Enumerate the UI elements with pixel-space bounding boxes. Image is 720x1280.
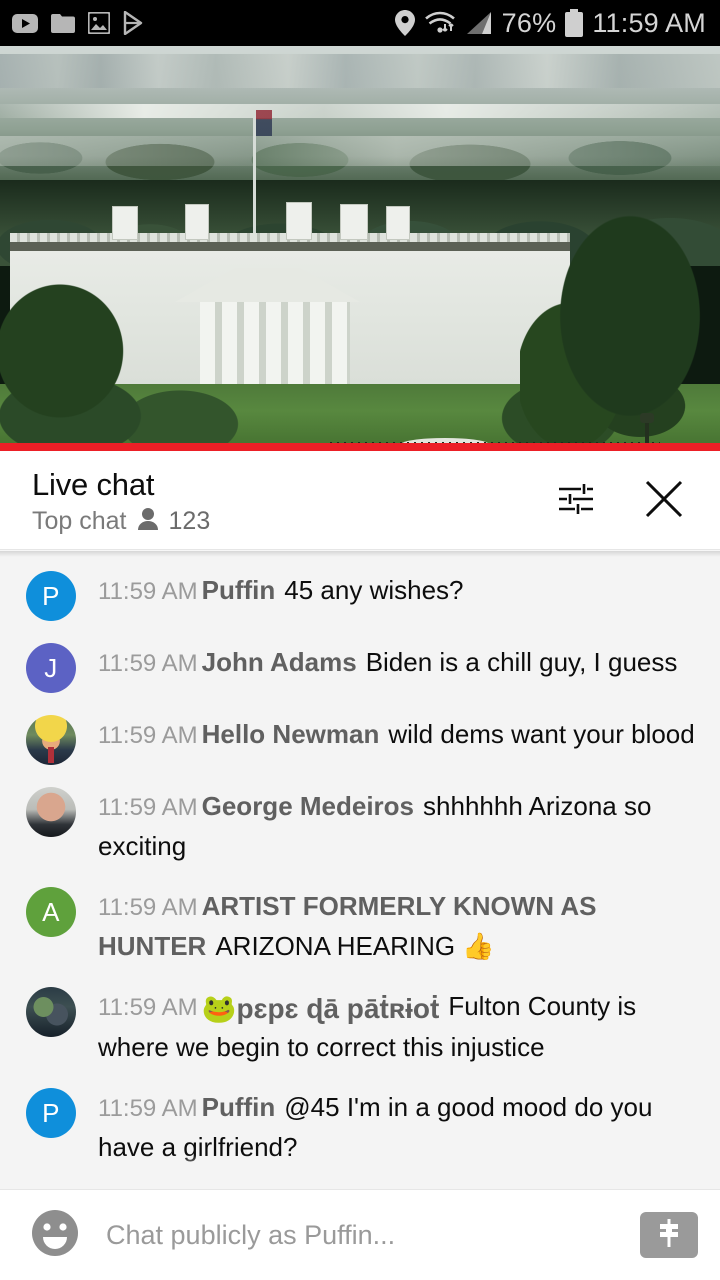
chat-message-body: 11:59 AM ARTIST FORMERLY KNOWN AS HUNTER A… [76,885,704,965]
avatar[interactable]: P [26,571,76,621]
message-author[interactable]: John Adams [198,647,357,677]
chat-message-line: 11:59 AM ARTIST FORMERLY KNOWN AS HUNTER A… [98,887,704,965]
message-author[interactable]: 🐸pɛpɛ ɖā pāṫʀɨoṫ [198,993,440,1024]
message-author[interactable]: Hello Newman [198,719,380,749]
video-right-tree [520,166,720,451]
message-timestamp: 11:59 AM [98,794,198,821]
emoji-picker-button[interactable] [26,1206,84,1264]
chat-message[interactable]: J 11:59 AM John Adams Biden is a chill guy… [0,631,720,703]
chat-settings-button[interactable] [554,479,598,523]
video-chimney [112,206,138,240]
chat-message[interactable]: 11:59 AM Hello Newman wild dems want your … [0,703,720,775]
avatar[interactable]: P [26,1088,76,1138]
message-text: Biden is a chill guy, I guess [365,647,678,677]
chat-message[interactable]: 11:59 AM 🐸pɛpɛ ɖā pāṫʀɨoṫ Fulton County is… [0,975,720,1076]
dollar-icon [652,1216,686,1255]
message-timestamp: 11:59 AM [98,894,198,921]
message-timestamp: 11:59 AM [98,722,198,749]
avatar[interactable]: J [26,643,76,693]
chat-message[interactable]: 45 11:59 AM45 LIESKEEP LYING TRUMP [0,1176,720,1189]
page-title: Live chat [32,467,155,502]
avatar-letter: P [42,580,60,611]
video-flag [256,110,272,136]
chat-message[interactable]: 11:59 AM George Medeiros shhhhhh Arizona s… [0,775,720,875]
battery-icon [565,9,584,37]
video-portico [175,268,360,302]
avatar-letter: A [42,896,60,927]
status-bar-system-icons: 76% 11:59 AM [394,7,706,39]
youtube-live-chat-screen: 76% 11:59 AM Live chat Top chat 123 P 11… [0,0,720,1280]
chat-message-body: 11:59 AM Puffin 45 any wishes? [76,569,704,611]
avatar-letter: J [44,652,58,683]
chat-message-body: 11:59 AM John Adams Biden is a chill guy, … [76,641,704,683]
chat-input[interactable] [84,1219,630,1251]
viewer-count: 123 [168,507,211,535]
photo-icon [88,12,110,34]
chat-scroll-container[interactable]: P 11:59 AM Puffin 45 any wishes? J 11:59 A… [0,551,720,1189]
chat-message-body: 11:59 AM Hello Newman wild dems want your … [76,713,704,755]
live-chat-subheader: Top chat 123 [32,507,554,536]
chat-message-line: 11:59 AM John Adams Biden is a chill guy, … [98,643,704,683]
avatar[interactable] [26,715,76,765]
message-timestamp: 11:59 AM [98,994,198,1021]
chat-message-line: 11:59 AM Puffin 45 any wishes? [98,571,704,611]
chat-message-body: 11:59 AM 🐸pɛpɛ ɖā pāṫʀɨoṫ Fulton County is… [76,985,704,1066]
chat-message[interactable]: A 11:59 AM ARTIST FORMERLY KNOWN AS HUNTE… [0,875,720,975]
chat-message-line: 11:59 AM Hello Newman wild dems want your … [98,715,704,755]
chat-message-line: 11:59 AM Puffin @45 I'm in a good mood do … [98,1088,704,1166]
folder-icon [51,13,75,33]
message-text: ARIZONA HEARING 👍 [215,931,495,961]
chat-message[interactable]: P 11:59 AM Puffin 45 any wishes? [0,559,720,631]
message-author[interactable]: Puffin [198,575,276,605]
close-chat-button[interactable] [642,479,686,523]
video-chimney [286,202,312,240]
youtube-icon [12,13,38,33]
clock-label: 11:59 AM [592,7,706,38]
video-chimney [185,204,209,240]
location-icon [394,10,415,36]
chat-message-body: 11:59 AM George Medeiros shhhhhh Arizona s… [76,785,704,865]
message-text: wild dems want your blood [388,719,695,749]
live-chat-header-actions [554,479,694,523]
chat-message-line: 11:59 AM 🐸pɛpɛ ɖā pāṫʀɨoṫ Fulton County is… [98,987,704,1066]
chat-mode-label[interactable]: Top chat [32,507,127,536]
video-distant-buildings [0,104,720,118]
emoji-smiley-icon [30,1208,80,1263]
chat-input-bar [0,1189,720,1280]
message-timestamp: 11:59 AM [98,578,198,605]
message-text: 45 any wishes? [284,575,464,605]
status-bar: 76% 11:59 AM [0,0,720,46]
avatar[interactable]: A [26,887,76,937]
chat-message-line: 11:59 AM George Medeiros shhhhhh Arizona s… [98,787,704,865]
status-bar-notification-icons [12,11,145,35]
live-chat-header-titles: Live chat Top chat 123 [32,466,554,536]
play-store-icon [123,11,145,35]
video-player[interactable] [0,46,720,451]
message-author[interactable]: George Medeiros [198,791,414,821]
chat-message-body: 11:59 AM Puffin @45 I'm in a good mood do … [76,1086,704,1166]
video-progress-bar[interactable] [0,443,720,451]
chat-message-list[interactable]: P 11:59 AM Puffin 45 any wishes? J 11:59 A… [0,551,720,1189]
avatar[interactable] [26,987,76,1037]
wifi-icon [424,10,456,36]
video-chimney [386,206,410,240]
message-timestamp: 11:59 AM [98,1095,198,1122]
message-author[interactable]: Puffin [198,1092,276,1122]
super-chat-button[interactable] [640,1212,698,1258]
chat-message[interactable]: P 11:59 AM Puffin @45 I'm in a good mood d… [0,1076,720,1176]
battery-percent-label: 76% [501,7,557,38]
signal-icon [465,11,493,35]
person-icon [137,507,159,536]
message-timestamp: 11:59 AM [98,650,198,677]
avatar-letter: P [42,1097,60,1128]
video-left-tree [0,246,150,451]
live-chat-header: Live chat Top chat 123 [0,451,720,551]
tune-icon [555,478,597,525]
video-chimney [340,204,368,240]
close-icon [642,477,686,526]
avatar[interactable] [26,787,76,837]
